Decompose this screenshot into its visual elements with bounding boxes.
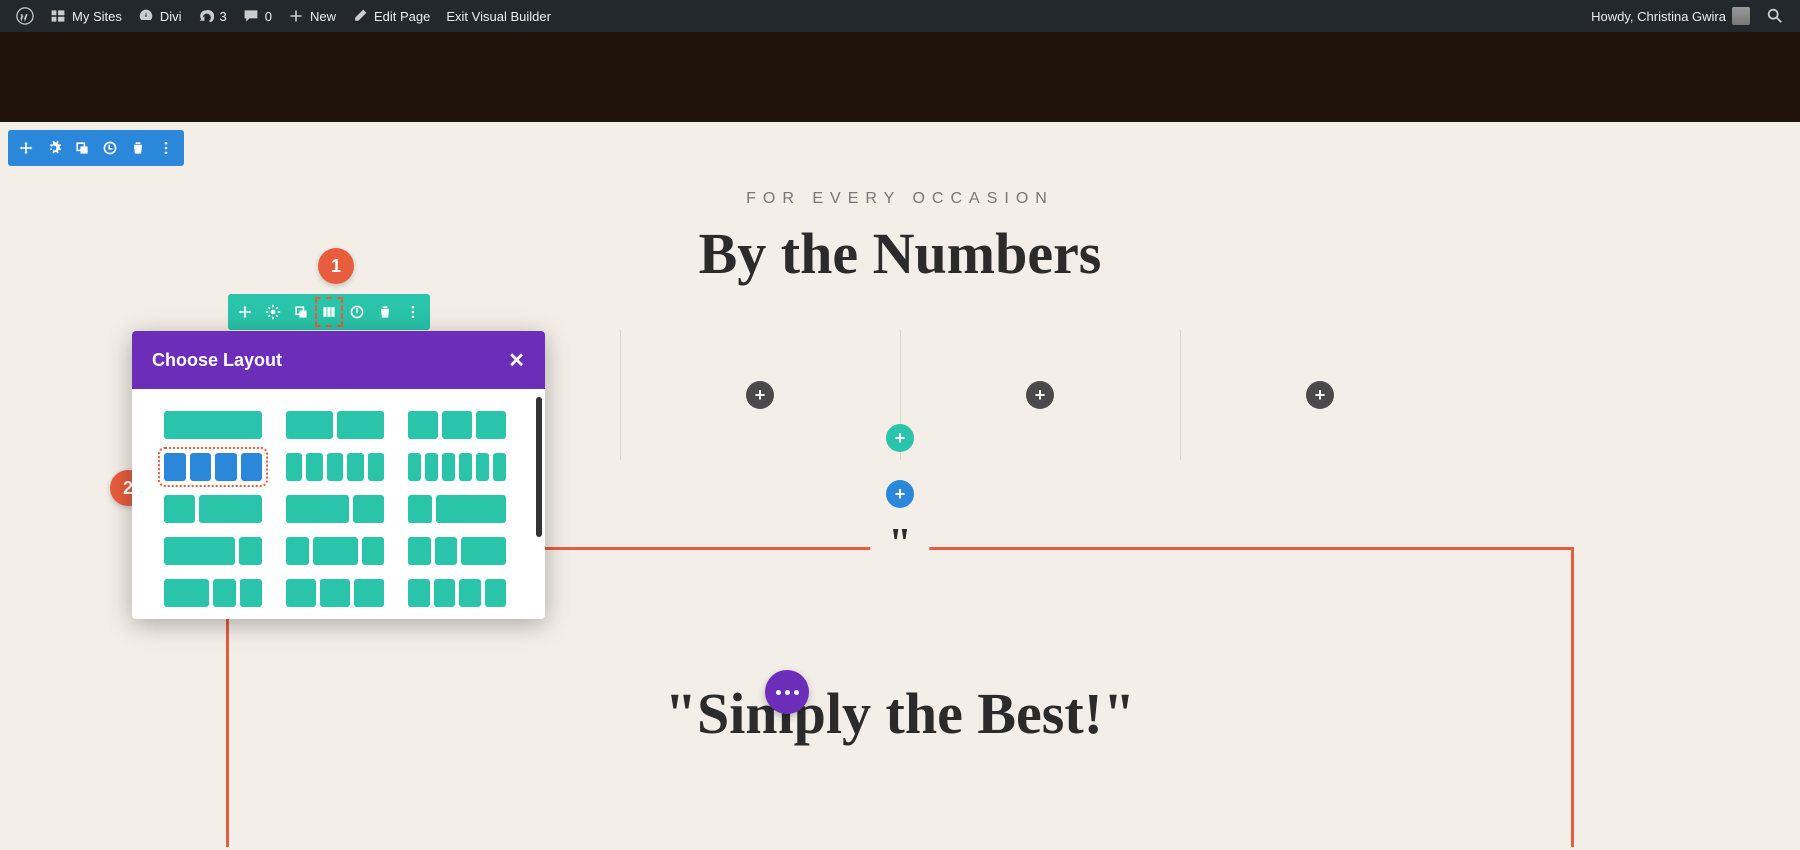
duplicate-button[interactable] xyxy=(68,134,96,162)
exit-vb-label: Exit Visual Builder xyxy=(446,9,551,24)
column-4: + xyxy=(1180,340,1460,450)
search-toggle[interactable] xyxy=(1758,0,1792,32)
popup-title: Choose Layout xyxy=(152,350,282,371)
layout-2-1-1[interactable] xyxy=(162,577,264,609)
new-label: New xyxy=(310,9,336,24)
comments-link[interactable]: 0 xyxy=(235,0,280,32)
layout-1-2[interactable] xyxy=(162,493,264,525)
choose-layout-popup: Choose Layout ✕ xyxy=(132,331,545,619)
section-overline: FOR EVERY OCCASION xyxy=(0,190,1800,208)
wordpress-icon xyxy=(16,7,34,25)
testimonial-quote: "Simply the Best!" xyxy=(229,680,1571,747)
popup-body xyxy=(132,389,545,619)
row-duplicate-button[interactable] xyxy=(287,297,315,327)
move-button[interactable] xyxy=(12,134,40,162)
howdy-text: Howdy, Christina Gwira xyxy=(1591,9,1726,24)
my-sites-label: My Sites xyxy=(72,9,122,24)
layout-y[interactable] xyxy=(406,577,508,609)
wp-admin-bar: My Sites Divi 3 0 New Edit Page Exit Vis… xyxy=(0,0,1800,32)
wp-logo[interactable] xyxy=(8,0,42,32)
row-toolbar xyxy=(228,294,430,330)
row-settings-button[interactable] xyxy=(259,297,287,327)
new-link[interactable]: New xyxy=(280,0,344,32)
refresh-icon xyxy=(198,8,214,24)
section-toolbar xyxy=(8,130,184,166)
plus-icon xyxy=(288,8,304,24)
layout-2-1[interactable] xyxy=(284,493,386,525)
section-heading: By the Numbers xyxy=(0,220,1800,287)
add-module-button[interactable]: + xyxy=(1306,381,1334,409)
column-3: + xyxy=(900,340,1180,450)
exit-vb-link[interactable]: Exit Visual Builder xyxy=(438,0,559,32)
layout-1col[interactable] xyxy=(162,409,264,441)
updates-link[interactable]: 3 xyxy=(190,0,235,32)
layout-5col[interactable] xyxy=(284,451,386,483)
layout-3col[interactable] xyxy=(406,409,508,441)
settings-button[interactable] xyxy=(40,134,68,162)
layout-grid xyxy=(162,409,525,609)
layout-2col[interactable] xyxy=(284,409,386,441)
layout-3-1[interactable] xyxy=(162,535,264,567)
row-more-button[interactable] xyxy=(399,297,427,327)
add-module-button[interactable]: + xyxy=(1026,381,1054,409)
row-move-button[interactable] xyxy=(231,297,259,327)
annotation-1: 1 xyxy=(318,248,354,284)
layout-1-2-1[interactable] xyxy=(284,535,386,567)
sites-icon xyxy=(50,8,66,24)
delete-button[interactable] xyxy=(124,134,152,162)
comment-icon xyxy=(243,8,259,24)
gauge-icon xyxy=(138,8,154,24)
row-save-button[interactable] xyxy=(343,297,371,327)
popup-header: Choose Layout ✕ xyxy=(132,331,545,389)
layout-1-3[interactable] xyxy=(406,493,508,525)
add-section-button[interactable]: + xyxy=(886,480,914,508)
edit-page-link[interactable]: Edit Page xyxy=(344,0,438,32)
layout-x[interactable] xyxy=(284,577,386,609)
numbers-section: FOR EVERY OCCASION By the Numbers xyxy=(0,190,1800,287)
updates-count: 3 xyxy=(220,9,227,24)
close-icon[interactable]: ✕ xyxy=(508,348,525,373)
pencil-icon xyxy=(352,8,368,24)
save-button[interactable] xyxy=(96,134,124,162)
site-link[interactable]: Divi xyxy=(130,0,190,32)
add-row-button[interactable]: + xyxy=(886,424,914,452)
avatar xyxy=(1732,7,1750,25)
layout-6col[interactable] xyxy=(406,451,508,483)
builder-menu-button[interactable] xyxy=(765,670,809,714)
my-sites-link[interactable]: My Sites xyxy=(42,0,130,32)
layout-4col[interactable] xyxy=(162,451,264,483)
search-icon xyxy=(1766,7,1784,25)
hero-banner xyxy=(0,32,1800,122)
column-2: + xyxy=(620,340,900,450)
row-columns-button[interactable] xyxy=(315,297,343,327)
add-module-button[interactable]: + xyxy=(746,381,774,409)
site-name: Divi xyxy=(160,9,182,24)
row-delete-button[interactable] xyxy=(371,297,399,327)
howdy-link[interactable]: Howdy, Christina Gwira xyxy=(1583,0,1758,32)
layout-1-1-2[interactable] xyxy=(406,535,508,567)
edit-page-label: Edit Page xyxy=(374,9,430,24)
more-button[interactable] xyxy=(152,134,180,162)
comments-count: 0 xyxy=(265,9,272,24)
